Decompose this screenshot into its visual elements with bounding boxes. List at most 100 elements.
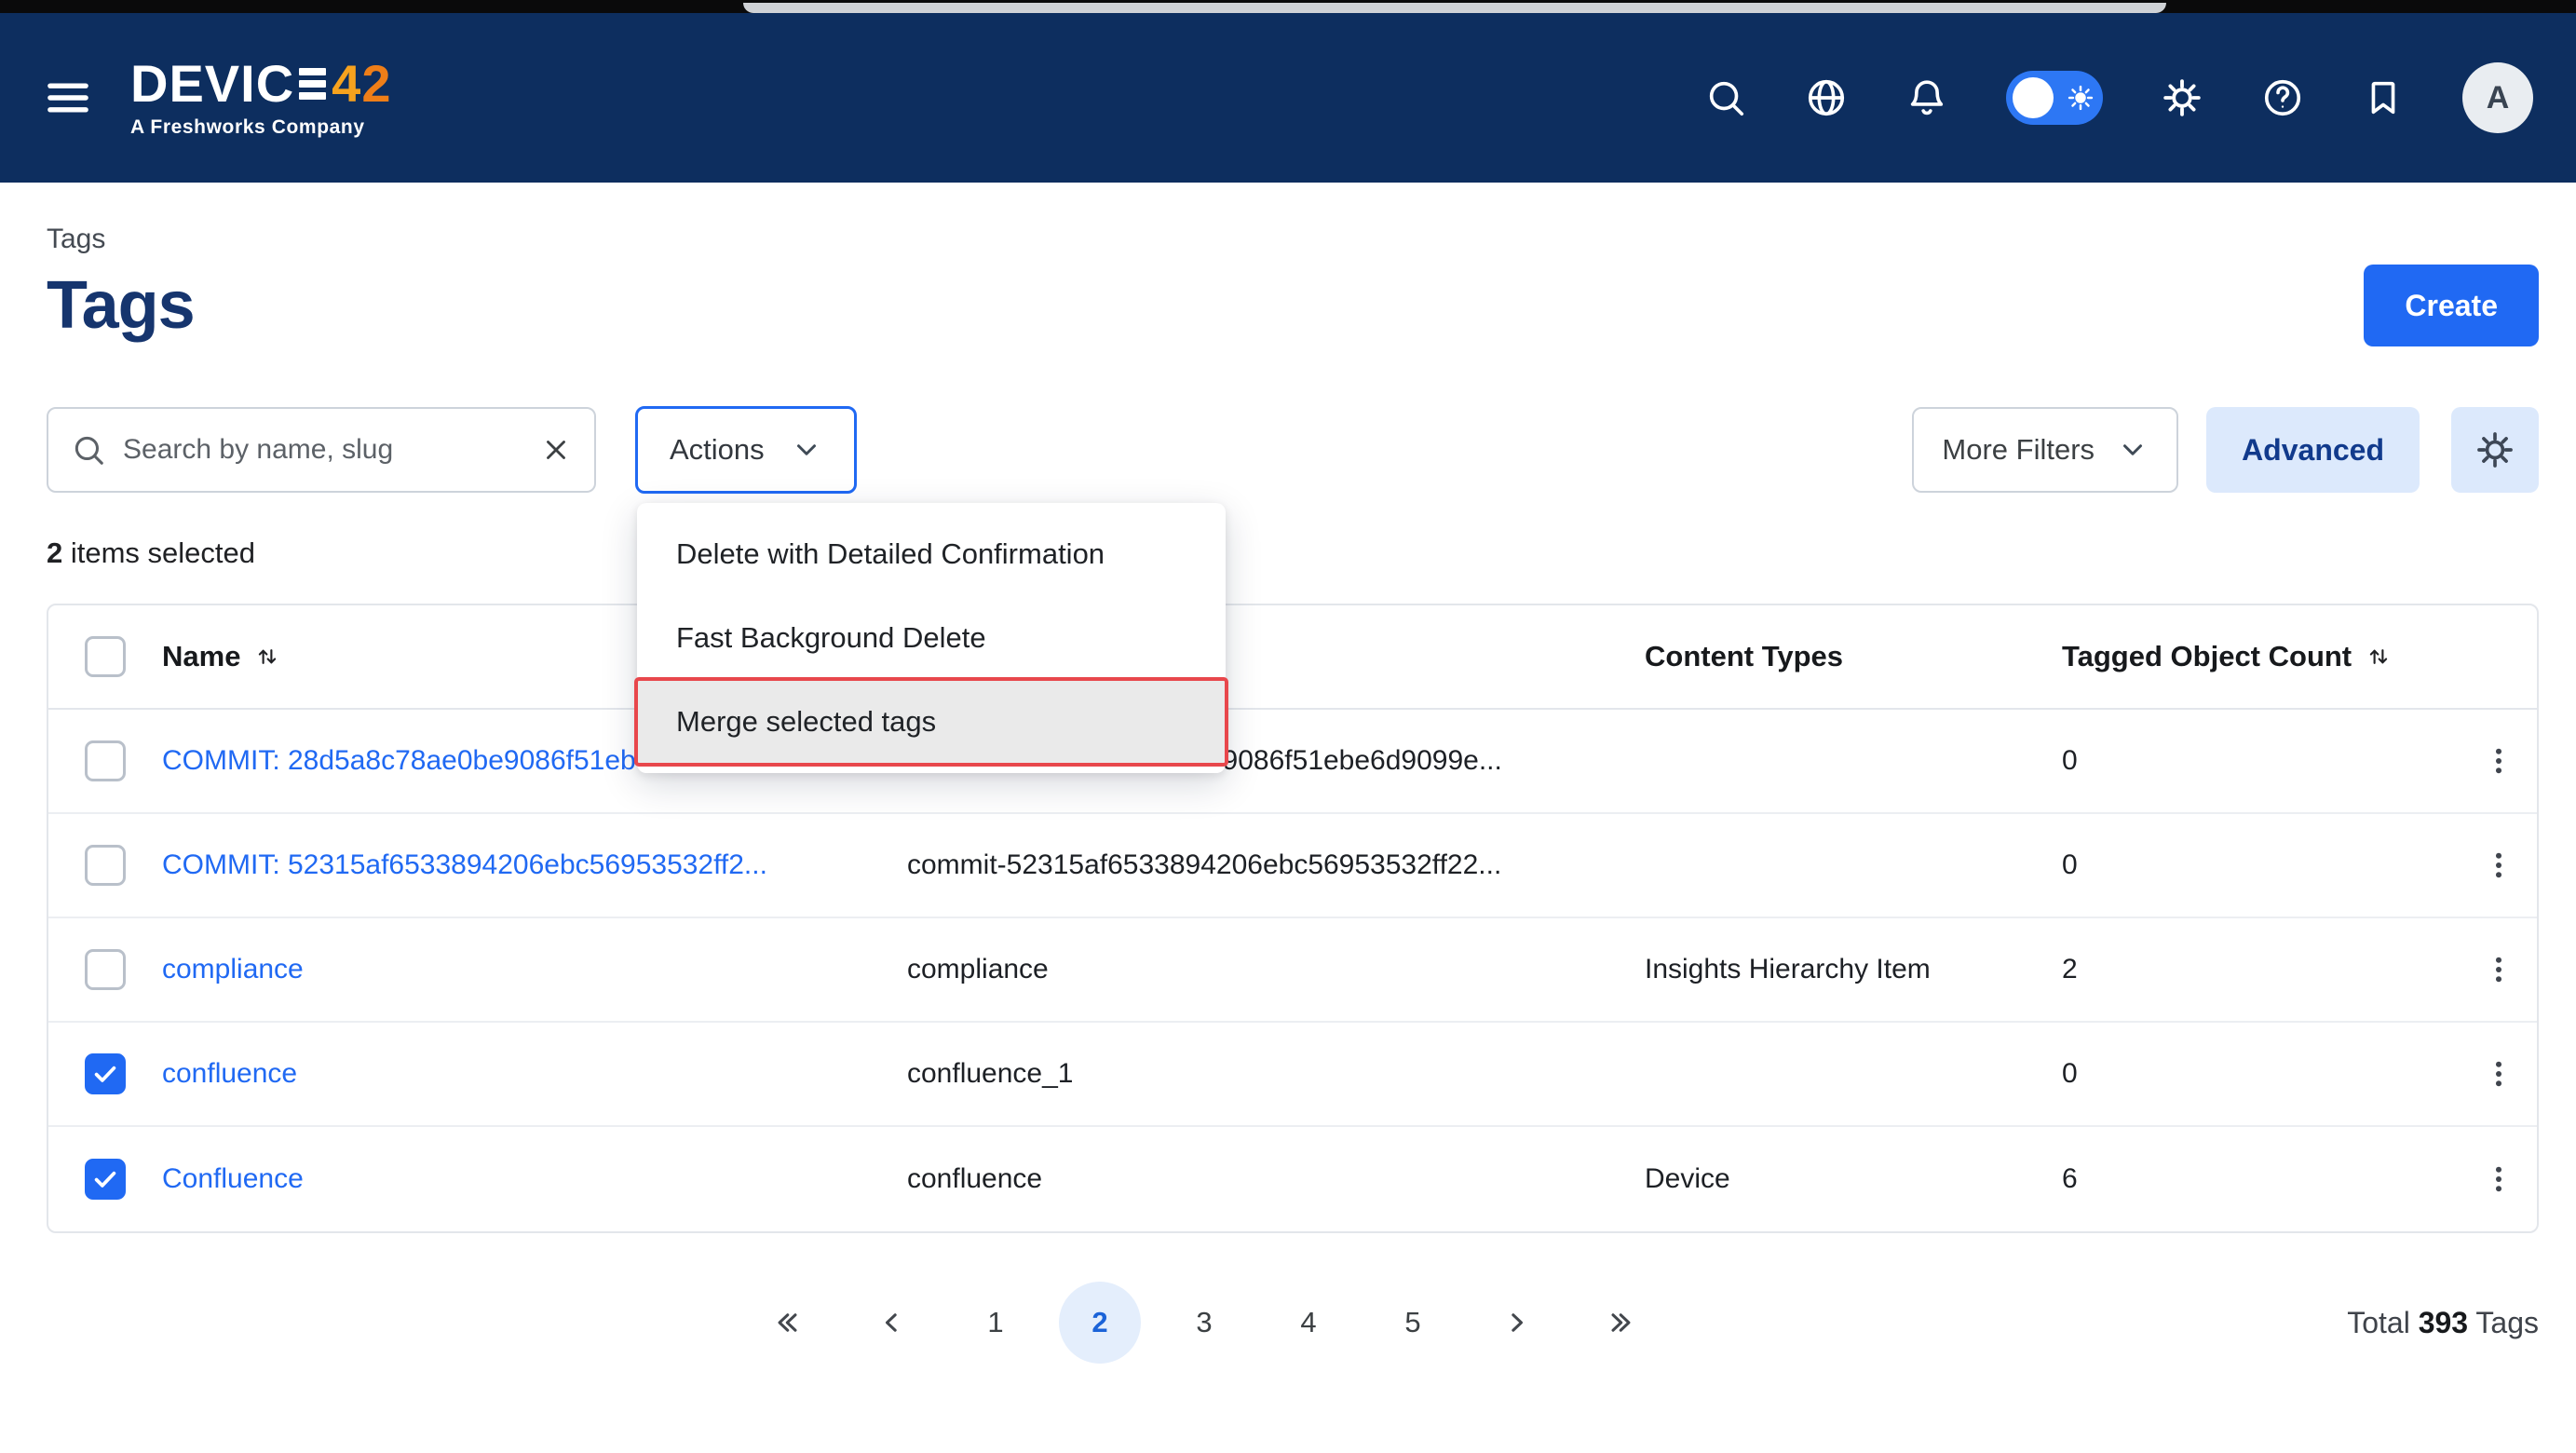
pagination-page-5[interactable]: 5 — [1372, 1282, 1454, 1364]
row-kebab-menu-icon[interactable] — [2481, 1056, 2516, 1092]
tag-object-count: 0 — [2062, 745, 2461, 777]
search-input[interactable] — [121, 433, 525, 467]
pagination-page-3[interactable]: 3 — [1163, 1282, 1245, 1364]
column-header-tagged-count[interactable]: Tagged Object Count — [2062, 640, 2393, 673]
selection-label: items selected — [62, 536, 255, 569]
selection-count: 2 — [47, 536, 62, 569]
breadcrumb[interactable]: Tags — [47, 224, 105, 255]
sun-icon — [2067, 84, 2095, 112]
page-title: Tags — [47, 267, 195, 344]
row-checkbox[interactable] — [85, 1053, 126, 1094]
actions-dropdown-wrap: Actions Delete with Detailed Confirmatio… — [635, 406, 857, 494]
table-row: COMMIT: 28d5a8c78ae0be9086f51ebe6d9099..… — [48, 710, 2537, 814]
notifications-bell-icon[interactable] — [1905, 76, 1948, 119]
gear-icon — [2474, 429, 2515, 470]
tag-name-link[interactable]: confluence — [162, 1058, 907, 1090]
pagination: 1 2 3 4 5 — [746, 1282, 1662, 1364]
help-icon[interactable] — [2261, 76, 2304, 119]
logo-text-main: DEVIC — [130, 58, 294, 110]
browser-url-bar-sliver — [743, 3, 2166, 13]
chevron-down-icon — [2117, 434, 2149, 466]
pagination-prev-icon[interactable] — [850, 1282, 932, 1364]
tag-name-link[interactable]: Confluence — [162, 1163, 907, 1195]
toolbar: Actions Delete with Detailed Confirmatio… — [47, 406, 2539, 494]
logo-text-4: 4 — [332, 58, 361, 110]
hamburger-menu-icon[interactable] — [43, 73, 93, 123]
tag-slug: commit-52315af6533894206ebc56953532ff22.… — [907, 849, 1645, 881]
select-all-checkbox[interactable] — [85, 636, 126, 677]
tag-slug: confluence_1 — [907, 1058, 1645, 1090]
actions-button[interactable]: Actions — [635, 406, 857, 494]
tag-object-count: 0 — [2062, 849, 2461, 881]
table-row: COMMIT: 52315af6533894206ebc56953532ff2.… — [48, 814, 2537, 918]
user-avatar[interactable]: A — [2462, 62, 2533, 133]
menu-item-label: Merge selected tags — [676, 705, 936, 739]
tag-slug: compliance — [907, 954, 1645, 985]
advanced-button[interactable]: Advanced — [2206, 407, 2420, 493]
row-checkbox[interactable] — [85, 845, 126, 886]
table-row: confluence confluence_1 0 — [48, 1023, 2537, 1127]
page-content: Tags Tags Create Actions — [0, 224, 2576, 1365]
menu-item-fast-background-delete[interactable]: Fast Background Delete — [637, 596, 1226, 680]
row-checkbox[interactable] — [85, 949, 126, 990]
title-row: Tags Create — [47, 265, 2539, 346]
tag-content-types: Device — [1645, 1163, 2062, 1195]
device42-logo: DEVIC 4 2 A Freshworks Company — [130, 58, 391, 139]
header-checkbox-cell — [48, 636, 162, 677]
search-box — [47, 407, 596, 493]
tag-name-link[interactable]: COMMIT: 52315af6533894206ebc56953532ff2.… — [162, 849, 907, 881]
menu-item-merge-selected-tags[interactable]: Merge selected tags — [637, 680, 1226, 764]
pagination-page-4[interactable]: 4 — [1268, 1282, 1349, 1364]
logo-e-glyph — [299, 68, 326, 100]
logo-tagline: A Freshworks Company — [130, 116, 391, 139]
tag-name-link[interactable]: compliance — [162, 954, 907, 985]
pagination-first-icon[interactable] — [746, 1282, 828, 1364]
tag-object-count: 6 — [2062, 1163, 2461, 1195]
sort-icon — [253, 643, 281, 671]
gear-icon[interactable] — [2161, 76, 2203, 119]
bookmark-icon[interactable] — [2362, 76, 2405, 119]
top-navbar: DEVIC 4 2 A Freshworks Company — [0, 13, 2576, 183]
navbar-icon-group: A — [1704, 62, 2533, 133]
table-header-row: Name Content Types Tagged Object Count — [48, 605, 2537, 710]
chevron-down-icon — [791, 434, 822, 466]
total-count: Total 393 Tags — [2347, 1306, 2539, 1340]
search-icon[interactable] — [1704, 76, 1747, 119]
logo-text-2: 2 — [361, 58, 391, 110]
row-checkbox[interactable] — [85, 1159, 126, 1200]
pagination-next-icon[interactable] — [1476, 1282, 1558, 1364]
pagination-page-1[interactable]: 1 — [955, 1282, 1037, 1364]
tag-object-count: 0 — [2062, 1058, 2461, 1090]
avatar-initial: A — [2487, 80, 2510, 116]
menu-item-label: Fast Background Delete — [676, 621, 986, 655]
pagination-page-2-active[interactable]: 2 — [1059, 1282, 1141, 1364]
globe-icon[interactable] — [1805, 76, 1848, 119]
more-filters-label: More Filters — [1942, 433, 2095, 467]
sort-icon — [2365, 643, 2393, 671]
actions-menu: Delete with Detailed Confirmation Fast B… — [637, 503, 1226, 773]
clear-search-icon[interactable] — [540, 434, 572, 466]
table-row: Confluence confluence Device 6 — [48, 1127, 2537, 1231]
row-kebab-menu-icon[interactable] — [2481, 848, 2516, 883]
column-header-name[interactable]: Name — [162, 640, 281, 673]
row-kebab-menu-icon[interactable] — [2481, 952, 2516, 987]
toggle-knob — [2013, 77, 2054, 118]
actions-label: Actions — [670, 433, 765, 467]
menu-item-delete-detailed[interactable]: Delete with Detailed Confirmation — [637, 512, 1226, 596]
tag-object-count: 2 — [2062, 954, 2461, 985]
column-header-content-types: Content Types — [1645, 640, 1843, 673]
search-field-icon — [71, 432, 106, 468]
row-checkbox[interactable] — [85, 740, 126, 781]
theme-toggle[interactable] — [2006, 71, 2103, 125]
row-kebab-menu-icon[interactable] — [2481, 1161, 2516, 1197]
menu-item-label: Delete with Detailed Confirmation — [676, 537, 1105, 571]
pagination-last-icon[interactable] — [1580, 1282, 1662, 1364]
create-button[interactable]: Create — [2364, 265, 2539, 346]
more-filters-button[interactable]: More Filters — [1912, 407, 2178, 493]
table-settings-button[interactable] — [2451, 407, 2539, 493]
tag-slug: confluence — [907, 1163, 1645, 1195]
tag-content-types: Insights Hierarchy Item — [1645, 954, 2062, 985]
browser-top-strip — [0, 0, 2576, 13]
selection-status: 2 items selected — [47, 536, 2539, 570]
row-kebab-menu-icon[interactable] — [2481, 743, 2516, 779]
